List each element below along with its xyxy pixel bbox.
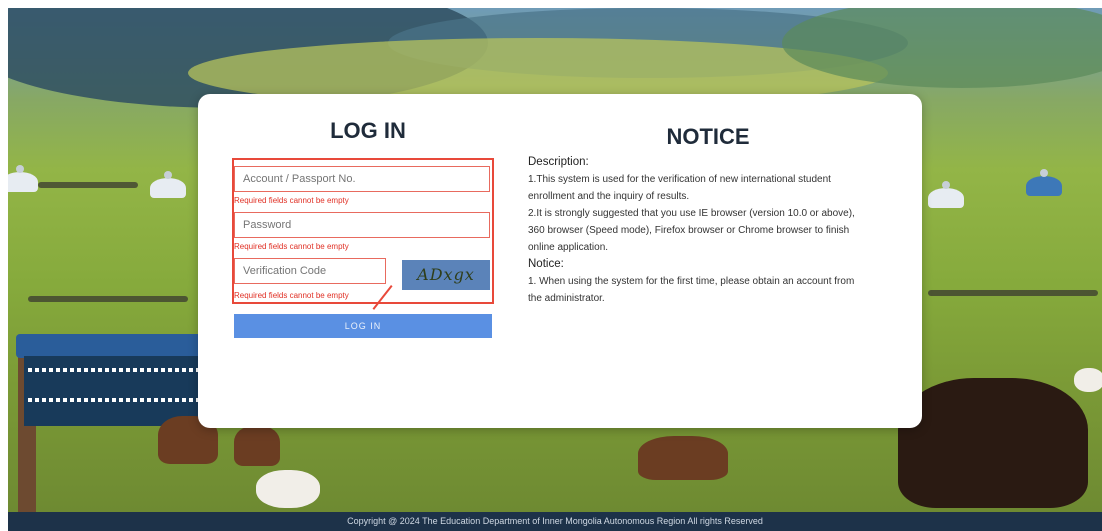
horse — [638, 436, 728, 480]
herd — [28, 296, 188, 302]
password-input[interactable] — [234, 212, 490, 238]
cart — [16, 334, 206, 358]
notice-item-1: 1. When using the system for the first t… — [528, 276, 855, 304]
yurt-icon — [1026, 169, 1062, 196]
herd — [38, 182, 138, 188]
error-message-username: Required fields cannot be empty — [234, 196, 349, 205]
yurt-icon — [928, 181, 964, 208]
captcha-image[interactable]: ADxgx — [402, 260, 490, 290]
horse — [898, 378, 1088, 508]
notice-content: Description: 1.This system is used for t… — [528, 154, 858, 307]
error-message-password: Required fields cannot be empty — [234, 242, 349, 251]
herd — [928, 290, 1098, 296]
verification-code-input[interactable] — [234, 258, 386, 284]
horse — [234, 426, 280, 466]
yurt-icon — [150, 171, 186, 198]
login-card: LOG IN Required fields cannot be empty R… — [198, 94, 922, 428]
cart-decoration — [28, 398, 198, 402]
sheep — [256, 470, 320, 508]
login-button[interactable]: LOG IN — [234, 314, 492, 338]
username-input[interactable] — [234, 166, 490, 192]
notice-heading: Notice: — [528, 258, 564, 270]
description-item-1: 1.This system is used for the verificati… — [528, 174, 831, 202]
description-item-2: 2.It is strongly suggested that you use … — [528, 208, 855, 253]
cart — [24, 356, 202, 426]
yurt-icon — [8, 165, 38, 192]
sheep — [1074, 368, 1102, 392]
notice-title: NOTICE — [666, 124, 750, 149]
login-title: LOG IN — [330, 118, 406, 143]
footer-copyright: Copyright @ 2024 The Education Departmen… — [8, 512, 1102, 531]
description-heading: Description: — [528, 156, 589, 168]
cart-decoration — [28, 368, 198, 372]
error-message-code: Required fields cannot be empty — [234, 291, 349, 300]
